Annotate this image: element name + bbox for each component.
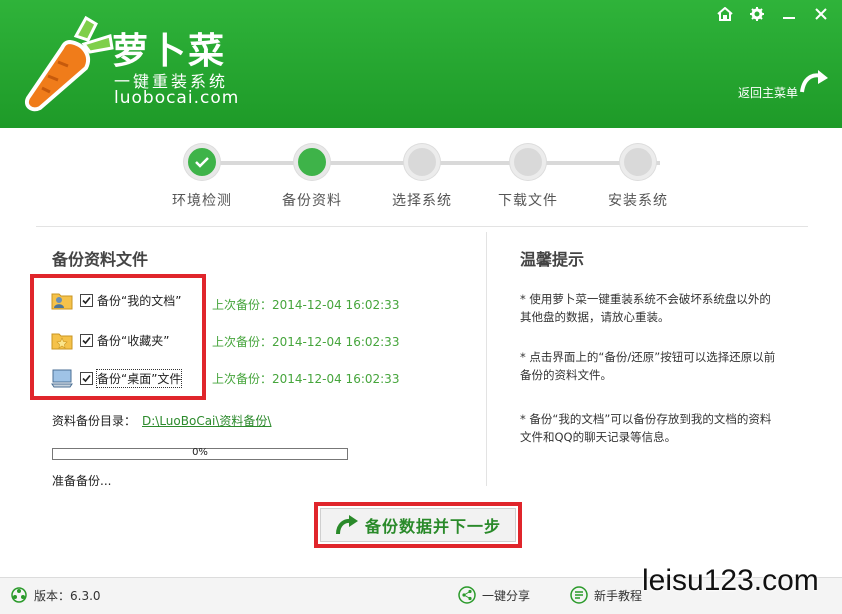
step-done-circle bbox=[184, 144, 220, 180]
step-pending-circle bbox=[620, 144, 656, 180]
app-header: 萝卜菜 一键重装系统 luobocai.com 返回主菜单 bbox=[0, 0, 842, 128]
section-divider bbox=[36, 226, 808, 227]
forward-arrow-icon bbox=[335, 515, 358, 535]
column-divider bbox=[486, 232, 487, 486]
step-pending-circle bbox=[404, 144, 440, 180]
app-url: luobocai.com bbox=[114, 88, 240, 108]
step-download: 下载文件 bbox=[478, 140, 578, 210]
step-active-circle bbox=[294, 144, 330, 180]
version-text: 版本：6.3.0 bbox=[34, 588, 101, 603]
minimize-icon bbox=[783, 17, 795, 19]
window-controls bbox=[710, 2, 836, 26]
gear-icon bbox=[750, 7, 764, 21]
share-button[interactable]: 一键分享 bbox=[458, 586, 530, 604]
step-label: 选择系统 bbox=[392, 193, 452, 209]
close-button[interactable] bbox=[806, 2, 836, 26]
checkbox[interactable] bbox=[80, 371, 93, 385]
tutorial-button[interactable]: 新手教程 bbox=[570, 586, 642, 604]
last-backup-time: 上次备份：2014-12-04 16:02:33 bbox=[212, 298, 400, 312]
tip-text: * 备份“我的文档”可以备份存放到我的文档的资料文件和QQ的聊天记录等信息。 bbox=[520, 412, 772, 444]
home-icon bbox=[717, 7, 733, 21]
checkmark-icon bbox=[82, 336, 91, 344]
step-label: 备份资料 bbox=[282, 193, 342, 209]
step-select-system: 选择系统 bbox=[372, 140, 472, 210]
favorites-folder-icon bbox=[51, 333, 73, 350]
step-label: 环境检测 bbox=[172, 193, 232, 209]
desktop-icon bbox=[51, 369, 73, 388]
user-folder-icon bbox=[51, 293, 73, 310]
last-backup-time: 上次备份：2014-12-04 16:02:33 bbox=[212, 335, 400, 349]
backup-dir-link[interactable]: D:\LuoBoCai\资料备份\ bbox=[142, 412, 271, 429]
backup-item-label: 备份“桌面”文件 bbox=[95, 368, 183, 388]
version-info: 版本：6.3.0 bbox=[10, 586, 101, 604]
backup-item-favorites[interactable]: 备份“收藏夹” bbox=[50, 326, 169, 354]
backup-progress-bar: 0% bbox=[52, 447, 348, 460]
step-install: 安装系统 bbox=[588, 140, 688, 210]
checkmark-icon bbox=[82, 296, 91, 304]
tips-title: 温馨提示 bbox=[520, 250, 585, 269]
step-env-check: 环境检测 bbox=[152, 140, 252, 210]
home-button[interactable] bbox=[710, 2, 740, 26]
step-label: 下载文件 bbox=[498, 193, 558, 209]
tutorial-label: 新手教程 bbox=[594, 588, 643, 603]
step-pending-circle bbox=[510, 144, 546, 180]
backup-item-label: 备份“我的文档” bbox=[97, 293, 182, 308]
last-backup-time: 上次备份：2014-12-04 16:02:33 bbox=[212, 372, 400, 386]
step-backup: 备份资料 bbox=[262, 140, 362, 210]
step-label: 安装系统 bbox=[608, 193, 668, 209]
backup-item-documents[interactable]: 备份“我的文档” bbox=[50, 286, 181, 314]
minimize-button[interactable] bbox=[774, 2, 804, 26]
return-arrow-icon bbox=[800, 70, 828, 93]
progress-percent: 0% bbox=[192, 447, 208, 458]
watermark-text: leisu123.com bbox=[642, 564, 819, 597]
settings-button[interactable] bbox=[742, 2, 772, 26]
app-name: 萝卜菜 bbox=[112, 31, 227, 72]
backup-dir-label: 资料备份目录： bbox=[52, 414, 137, 428]
backup-and-next-button[interactable]: 备份数据并下一步 bbox=[320, 508, 516, 542]
backup-item-label: 备份“收藏夹” bbox=[97, 333, 170, 348]
checkbox[interactable] bbox=[80, 333, 93, 347]
checkbox[interactable] bbox=[80, 293, 93, 307]
backup-item-desktop[interactable]: 备份“桌面”文件 bbox=[50, 364, 183, 392]
progress-steps: 环境检测 备份资料 选择系统 下载文件 安装系统 bbox=[140, 140, 700, 210]
tutorial-icon bbox=[570, 586, 588, 604]
backup-section-title: 备份资料文件 bbox=[52, 250, 149, 269]
next-button-label: 备份数据并下一步 bbox=[364, 517, 501, 536]
backup-status: 准备备份... bbox=[52, 474, 112, 488]
share-label: 一键分享 bbox=[482, 588, 531, 603]
back-main-menu-button[interactable]: 返回主菜单 bbox=[738, 70, 834, 110]
share-icon bbox=[458, 586, 476, 604]
back-main-menu-label: 返回主菜单 bbox=[738, 86, 799, 100]
flower-logo-icon bbox=[11, 587, 27, 603]
close-icon bbox=[815, 8, 827, 20]
carrot-logo-icon bbox=[25, 15, 114, 112]
checkmark-icon bbox=[82, 374, 91, 382]
tip-text: * 点击界面上的“备份/还原”按钮可以选择还原以前备份的资料文件。 bbox=[520, 350, 776, 382]
checkmark-icon bbox=[195, 157, 209, 168]
tip-text: * 使用萝卜菜一键重装系统不会破坏系统盘以外的其他盘的数据，请放心重装。 bbox=[520, 292, 771, 324]
